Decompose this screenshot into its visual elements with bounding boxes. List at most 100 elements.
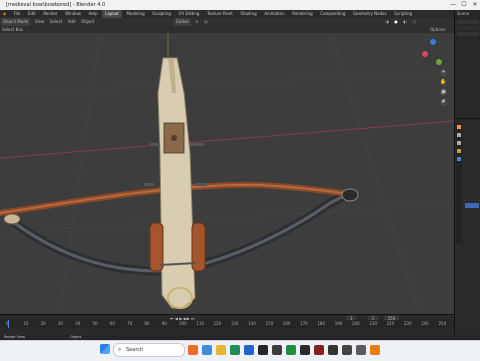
properties-panel: [454, 118, 480, 341]
mode-dropdown[interactable]: Object Mode: [1, 18, 31, 26]
floor-grid: [0, 33, 454, 314]
workspace-tab-animation[interactable]: Animation: [261, 10, 287, 18]
app-icon[interactable]: [188, 345, 198, 355]
timeline-frame-label: 140: [248, 321, 256, 326]
window-title: [medieval bow\bowbored] - Blender 4.0: [6, 2, 106, 8]
pan-hand-icon[interactable]: ✋: [440, 79, 447, 86]
app-icon[interactable]: [202, 345, 212, 355]
status-left-text: Rotate View: [4, 335, 25, 339]
playhead[interactable]: [8, 320, 9, 328]
navigation-gizmo[interactable]: [418, 37, 448, 67]
status-mid-text: Object: [70, 335, 82, 339]
menu-help[interactable]: Help: [86, 10, 101, 18]
timeline-frame-label: 90: [161, 321, 167, 326]
timeline-ruler[interactable]: 0102030405060708090100110120130140150160…: [0, 320, 454, 328]
workspace-tab-compositing[interactable]: Compositing: [317, 10, 348, 18]
timeline-frame-label: 70: [127, 321, 133, 326]
timeline-frame-label: 60: [109, 321, 115, 326]
menu-select[interactable]: Select: [48, 18, 64, 26]
app-icon[interactable]: [244, 345, 254, 355]
menu-add[interactable]: Add: [66, 18, 78, 26]
workspace-tab-layout[interactable]: Layout: [102, 10, 122, 18]
crossbow-model[interactable]: [0, 57, 359, 309]
render-tab-icon[interactable]: [457, 133, 461, 137]
grid-perspective-icon[interactable]: #: [440, 99, 447, 106]
object-tab-icon[interactable]: [457, 149, 461, 153]
app-icon[interactable]: [300, 345, 310, 355]
search-placeholder: Search: [126, 347, 144, 353]
close-button[interactable]: ✕: [470, 1, 480, 9]
menu-edit[interactable]: Edit: [25, 10, 39, 18]
timeline-frame-label: 100: [179, 321, 187, 326]
timeline-frame-label: 230: [403, 321, 412, 326]
workspace-tab-geometry-nodes[interactable]: Geometry Nodes: [350, 10, 390, 18]
top-menubar: ◆ File Edit Render Window Help Layout Mo…: [0, 10, 454, 18]
timeline-frame-label: 120: [213, 321, 222, 326]
workspace-tab-rendering[interactable]: Rendering: [289, 10, 315, 18]
blender-logo-icon[interactable]: ◆: [0, 10, 9, 18]
file-explorer-icon[interactable]: [216, 345, 226, 355]
menu-window[interactable]: Window: [62, 10, 84, 18]
timeline-frame-label: 110: [196, 321, 204, 326]
app-icon[interactable]: [272, 345, 282, 355]
app-icon[interactable]: [328, 345, 338, 355]
overlay-icon[interactable]: ◑: [383, 18, 391, 26]
proportional-icon[interactable]: ◎: [202, 18, 210, 26]
modifier-tab-icon[interactable]: [457, 157, 461, 161]
timeline-frame-label: 150: [265, 321, 274, 326]
app-icon[interactable]: [314, 345, 324, 355]
gizmo-x-icon[interactable]: [422, 51, 428, 57]
workspace-tab-texture-paint[interactable]: Texture Paint: [204, 10, 236, 18]
timeline-frame-label: 10: [23, 321, 29, 326]
timeline-frame-label: 180: [317, 321, 326, 326]
camera-view-icon[interactable]: ▣: [440, 89, 447, 96]
select-box-dropdown[interactable]: Select Box: [0, 26, 25, 33]
timeline-frame-label: 240: [421, 321, 429, 326]
maximize-button[interactable]: ☐: [459, 1, 469, 9]
menu-view[interactable]: View: [33, 18, 47, 26]
workspace-tab-scripting[interactable]: Scripting: [391, 10, 415, 18]
shading-material-icon[interactable]: ◐: [401, 18, 409, 26]
workspace-tab-shading[interactable]: Shading: [237, 10, 259, 18]
menu-file[interactable]: File: [11, 10, 24, 18]
workspace-tab-uv-editing[interactable]: UV Editing: [176, 10, 203, 18]
output-tab-icon[interactable]: [457, 141, 461, 145]
viewport-header: Object Mode View Select Add Object Globa…: [0, 18, 454, 26]
minimize-button[interactable]: —: [448, 1, 458, 9]
timeline-frame-label: 130: [230, 321, 239, 326]
timeline-frame-label: 40: [75, 321, 81, 326]
shading-solid-icon[interactable]: ●: [392, 18, 400, 26]
app-icon[interactable]: [258, 345, 268, 355]
gizmo-z-icon[interactable]: [430, 39, 436, 45]
timeline-frame-label: 20: [40, 321, 46, 326]
options-dropdown[interactable]: Options: [428, 26, 447, 33]
active-slot[interactable]: [465, 203, 479, 208]
transform-orientation-dropdown[interactable]: Global: [173, 18, 191, 26]
outliner-row[interactable]: [457, 32, 479, 36]
taskbar-search[interactable]: ⌕ Search: [113, 343, 185, 357]
outliner-row[interactable]: [457, 20, 479, 24]
timeline-frame-label: 160: [282, 321, 291, 326]
gizmo-y-icon[interactable]: [436, 59, 442, 65]
outliner-row[interactable]: [457, 26, 479, 30]
zoom-icon[interactable]: +: [440, 69, 447, 76]
workspace-tab-sculpting[interactable]: Sculpting: [149, 10, 174, 18]
3d-viewport[interactable]: + ✋ ▣ #: [0, 33, 454, 314]
shading-rendered-icon[interactable]: ○: [410, 18, 418, 26]
blender-taskbar-icon[interactable]: [370, 345, 380, 355]
app-icon[interactable]: [286, 345, 296, 355]
scene-label: Scene: [457, 11, 470, 16]
app-icon[interactable]: [356, 345, 366, 355]
timeline-frame-label: 80: [144, 321, 150, 326]
menu-render[interactable]: Render: [40, 10, 60, 18]
windows-start-icon[interactable]: [100, 344, 110, 354]
viewport-canvas: [0, 33, 454, 314]
workspace-tab-modeling[interactable]: Modeling: [123, 10, 147, 18]
app-icon[interactable]: [342, 345, 352, 355]
snap-icon[interactable]: ⊙: [193, 18, 200, 26]
menu-object[interactable]: Object: [79, 18, 96, 26]
timeline-frame-label: 250: [438, 321, 447, 326]
windows-taskbar: ⌕ Search: [0, 340, 480, 361]
tool-tab-icon[interactable]: [457, 125, 461, 129]
edge-browser-icon[interactable]: [230, 345, 240, 355]
